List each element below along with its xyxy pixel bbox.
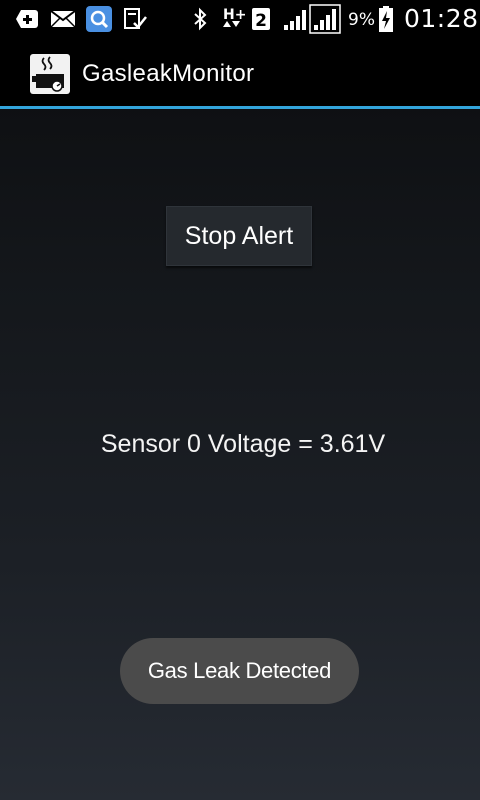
hplus-data-icon: H+ (222, 7, 246, 31)
svg-text:H+: H+ (223, 7, 246, 23)
signal-strength-icon (309, 4, 341, 34)
toast-message: Gas Leak Detected (120, 638, 359, 704)
mail-icon (50, 7, 76, 31)
action-bar-divider (0, 106, 480, 109)
add-notification-icon (14, 7, 40, 31)
signal-strength-icon (282, 7, 308, 31)
sim-2-icon: 2 (251, 7, 271, 31)
app-title: GasleakMonitor (82, 60, 255, 87)
svg-text:2: 2 (255, 11, 267, 31)
bluetooth-icon (191, 7, 209, 31)
sensor-voltage-text: Sensor 0 Voltage = 3.61V (100, 430, 386, 458)
app-logo-icon (30, 54, 70, 94)
clipboard-check-icon (122, 7, 148, 31)
battery-percent: 9% (348, 10, 375, 30)
search-app-icon (86, 6, 112, 32)
battery-charging-icon (378, 5, 394, 33)
status-clock: 01:28 (404, 4, 479, 33)
status-bar: H+ 2 9% 01:28 (0, 0, 480, 38)
app-screen: H+ 2 9% 01:28 GasleakMonitor Stop Alert … (0, 0, 480, 800)
stop-alert-button[interactable]: Stop Alert (166, 206, 312, 266)
